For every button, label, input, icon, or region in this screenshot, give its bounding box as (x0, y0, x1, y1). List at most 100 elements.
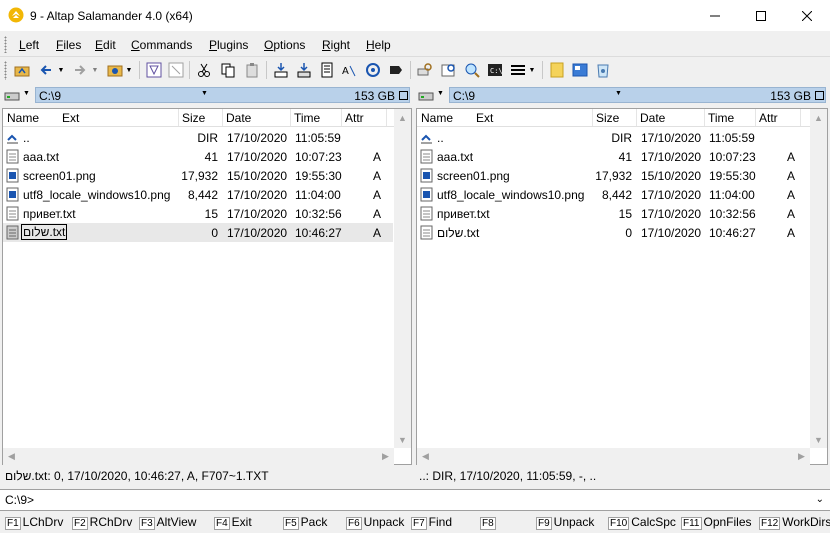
back-dropdown[interactable]: ▼ (56, 61, 66, 79)
fkey-f2[interactable]: F2 RChDrv (72, 515, 132, 530)
menu-help[interactable]: Help (366, 38, 391, 52)
fkey-f3[interactable]: F3 AltView (139, 515, 196, 530)
scroll-down-arrow[interactable]: ▼ (810, 431, 827, 448)
column-date[interactable]: Date (640, 111, 665, 125)
control-panel-button[interactable] (571, 61, 589, 79)
scroll-left-arrow[interactable]: ◀ (417, 448, 434, 465)
right-path-bar[interactable]: C:\9 ▼ 153 GB (449, 87, 826, 103)
chevron-down-icon[interactable]: ▼ (201, 90, 208, 97)
fkey-f7[interactable]: F7 Find (411, 515, 452, 530)
file-row-focused[interactable]: שלום.txt 0 17/10/2020 10:46:27 A (3, 223, 393, 242)
back-button[interactable] (37, 61, 55, 79)
command-line[interactable]: C:\9> ⌄ (0, 489, 830, 511)
parent-dir-button[interactable] (13, 61, 31, 79)
left-file-panel[interactable]: Name Ext Size Date Time Attr .. DIR 17/1… (2, 108, 412, 465)
chevron-down-icon[interactable]: ▼ (615, 90, 622, 97)
right-file-panel[interactable]: Name Ext Size Date Time Attr .. DIR 17/1… (416, 108, 828, 465)
fkey-f12[interactable]: F12 WorkDirs (759, 515, 830, 530)
column-name[interactable]: Name (421, 111, 453, 125)
column-attr[interactable]: Attr (759, 111, 778, 125)
file-row[interactable]: aaa.txt 41 17/10/2020 10:07:23 A (417, 147, 809, 166)
fkey-f6[interactable]: F6 Unpack (346, 515, 404, 530)
menu-plugins[interactable]: Plugins (209, 38, 248, 52)
fkey-f11[interactable]: F11 OpnFiles (681, 515, 752, 530)
column-name[interactable]: Name (7, 111, 39, 125)
left-vertical-scrollbar[interactable]: ▲ ▼ (394, 109, 411, 448)
zoom-panel-icon[interactable] (399, 91, 408, 100)
fkey-f5[interactable]: F5 Pack (283, 515, 327, 530)
scroll-right-arrow[interactable]: ▶ (793, 448, 810, 465)
column-separator[interactable] (386, 109, 387, 126)
column-separator[interactable] (592, 109, 593, 126)
menu-right[interactable]: Right (322, 38, 350, 52)
filter-button[interactable] (145, 61, 163, 79)
scroll-right-arrow[interactable]: ▶ (377, 448, 394, 465)
file-row[interactable]: שלום.txt 0 17/10/2020 10:46:27 A (417, 223, 809, 242)
file-row-up-dir[interactable]: .. DIR 17/10/2020 11:05:59 (3, 128, 393, 147)
move-files-button[interactable] (295, 61, 313, 79)
refresh-button[interactable] (364, 61, 382, 79)
disk-info-button[interactable] (463, 61, 481, 79)
column-time[interactable]: Time (708, 111, 734, 125)
column-attr[interactable]: Attr (345, 111, 364, 125)
file-row[interactable]: utf8_locale_windows10.png 8,442 17/10/20… (417, 185, 809, 204)
menu-options[interactable]: Options (264, 38, 305, 52)
fkey-f1[interactable]: F1 LChDrv (5, 515, 63, 530)
column-date[interactable]: Date (226, 111, 251, 125)
hotpaths-button[interactable] (106, 61, 124, 79)
minimize-button[interactable] (692, 0, 738, 31)
fkey-f4[interactable]: F4 Exit (214, 515, 252, 530)
menu-commands[interactable]: Commands (131, 38, 192, 52)
column-size[interactable]: Size (596, 111, 619, 125)
file-row[interactable]: utf8_locale_windows10.png 8,442 17/10/20… (3, 185, 393, 204)
file-row[interactable]: screen01.png 17,932 15/10/2020 19:55:30 … (3, 166, 393, 185)
column-separator[interactable] (800, 109, 801, 126)
column-size[interactable]: Size (182, 111, 205, 125)
column-ext[interactable]: Ext (476, 111, 493, 125)
fkey-f9[interactable]: F9 Unpack (536, 515, 594, 530)
view-mode-dropdown[interactable]: ▼ (527, 61, 537, 79)
right-horizontal-scrollbar[interactable]: ◀ ▶ (417, 448, 810, 465)
left-drive-button[interactable]: ▼ (4, 88, 32, 104)
file-row[interactable]: привет.txt 15 17/10/2020 10:32:56 A (3, 204, 393, 223)
right-vertical-scrollbar[interactable]: ▲ ▼ (810, 109, 827, 448)
column-ext[interactable]: Ext (62, 111, 79, 125)
scroll-up-arrow[interactable]: ▲ (394, 109, 411, 126)
menu-left[interactable]: Left (19, 38, 39, 52)
cut-button[interactable] (195, 61, 213, 79)
column-separator[interactable] (290, 109, 291, 126)
scroll-up-arrow[interactable]: ▲ (810, 109, 827, 126)
column-time[interactable]: Time (294, 111, 320, 125)
column-separator[interactable] (755, 109, 756, 126)
paste-button[interactable] (243, 61, 261, 79)
menu-files[interactable]: Files (56, 38, 81, 52)
recycle-bin-button[interactable] (594, 61, 612, 79)
file-row[interactable]: screen01.png 17,932 15/10/2020 19:55:30 … (417, 166, 809, 185)
view-mode-button[interactable] (509, 61, 527, 79)
left-horizontal-scrollbar[interactable]: ◀ ▶ (3, 448, 394, 465)
forward-button[interactable] (71, 61, 89, 79)
clear-filter-button[interactable] (167, 61, 185, 79)
file-row[interactable]: привет.txt 15 17/10/2020 10:32:56 A (417, 204, 809, 223)
maximize-button[interactable] (738, 0, 784, 31)
right-drive-button[interactable]: ▼ (418, 88, 446, 104)
hotpaths-dropdown[interactable]: ▼ (124, 61, 134, 79)
properties-button[interactable] (387, 61, 405, 79)
explorer-button[interactable] (548, 61, 566, 79)
find-button[interactable] (440, 61, 458, 79)
fkey-f8[interactable]: F8 (480, 515, 498, 530)
title-bar[interactable]: 9 - Altap Salamander 4.0 (x64) (0, 0, 830, 31)
file-row[interactable]: aaa.txt 41 17/10/2020 10:07:23 A (3, 147, 393, 166)
column-separator[interactable] (636, 109, 637, 126)
column-separator[interactable] (178, 109, 179, 126)
left-path-bar[interactable]: C:\9 ▼ 153 GB (35, 87, 410, 103)
fkey-f10[interactable]: F10 CalcSpc (608, 515, 676, 530)
copy-button[interactable] (219, 61, 237, 79)
view-button[interactable] (318, 61, 336, 79)
menu-edit[interactable]: Edit (95, 38, 116, 52)
close-button[interactable] (784, 0, 830, 31)
scroll-down-arrow[interactable]: ▼ (394, 431, 411, 448)
copy-files-button[interactable] (272, 61, 290, 79)
rename-button[interactable]: A (340, 61, 358, 79)
column-separator[interactable] (222, 109, 223, 126)
